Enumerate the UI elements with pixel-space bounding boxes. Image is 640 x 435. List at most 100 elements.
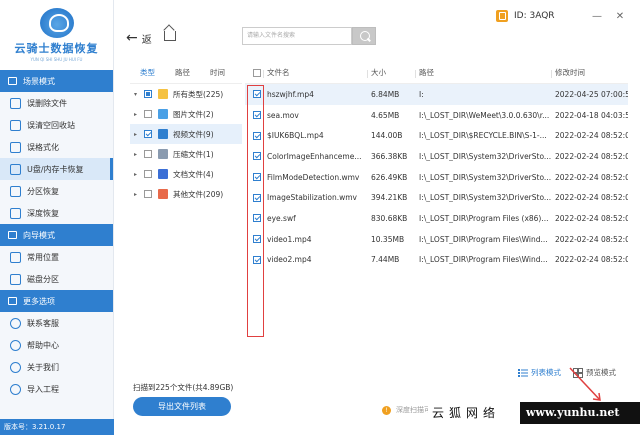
- file-time: 2022-02-24 08:52:03: [555, 213, 628, 223]
- table-row[interactable]: ImageStabilization.wmv 394.21KB I:\_LOST_D…: [245, 187, 628, 208]
- image-file-icon: [158, 109, 168, 119]
- file-name: video2.mp4: [267, 255, 312, 265]
- search-icon[interactable]: [352, 27, 376, 45]
- scene-icon: [8, 77, 17, 85]
- file-time: 2022-02-24 08:52:03: [555, 131, 628, 141]
- sidebar-item-scene-2[interactable]: 误格式化: [0, 136, 113, 158]
- sidebar-item-scene-0[interactable]: 误删除文件: [0, 92, 113, 114]
- search-input[interactable]: 请输入文件名搜索: [242, 27, 352, 45]
- tree-row[interactable]: ▸ 图片文件(2): [130, 104, 242, 124]
- sidebar-item-more-2[interactable]: 关于我们: [0, 356, 113, 378]
- tree-row-label: 压缩文件(1): [173, 149, 214, 159]
- table-row[interactable]: sea.mov 4.65MB I:\_LOST_DIR\WeMeet\3.0.0.6…: [245, 105, 628, 126]
- import-icon: [10, 383, 21, 395]
- sidebar-section-1: 向导模式: [0, 224, 113, 246]
- table-row[interactable]: video2.mp4 7.44MB I:\_LOST_DIR\Program Fil…: [245, 250, 628, 271]
- app-subtitle: YUN QI SHI SHU JU HUI FU: [30, 57, 83, 62]
- tree-checkbox[interactable]: [144, 170, 152, 178]
- sidebar-item-wizard-1[interactable]: 磁盘分区: [0, 268, 113, 290]
- category-tree: 类型 路径 时间 ▾ 所有类型(225) ▸ 图片文件(2) ▸ 视频文件(9) ▸ 压缩文件(1…: [130, 62, 242, 362]
- disk-icon: [10, 273, 21, 285]
- expand-caret-icon[interactable]: ▸: [134, 171, 142, 178]
- sidebar-item-wizard-0[interactable]: 常用位置: [0, 246, 113, 268]
- sidebar-item-more-1[interactable]: 帮助中心: [0, 334, 113, 356]
- tree-tab-0[interactable]: 类型: [130, 67, 165, 78]
- file-name: $IUK6BQL.mp4: [267, 131, 324, 141]
- expand-caret-icon[interactable]: ▸: [134, 151, 142, 158]
- col-header-time[interactable]: 修改时间: [551, 67, 628, 78]
- file-path: I:\_LOST_DIR\$RECYCLE.BIN\S-1-...: [419, 131, 547, 141]
- file-path: I:\_LOST_DIR\System32\DriverSto...: [419, 151, 551, 161]
- file-path: I:\_LOST_DIR\Program Files\Wind...: [419, 234, 548, 244]
- file-time: 2022-04-18 04:03:57: [555, 110, 628, 120]
- table-row[interactable]: video1.mp4 10.35MB I:\_LOST_DIR\Program Fi…: [245, 229, 628, 250]
- col-header-name[interactable]: 文件名: [263, 67, 367, 78]
- file-size: 7.44MB: [371, 255, 400, 265]
- back-button[interactable]: ← 返: [126, 30, 152, 46]
- file-name: sea.mov: [267, 110, 299, 120]
- watermark: 云狐网络 www.yunhu.net: [428, 402, 640, 424]
- tree-row[interactable]: ▸ 压缩文件(1): [130, 144, 242, 164]
- location-icon: [10, 251, 21, 263]
- tree-row-label: 文档文件(4): [173, 169, 214, 179]
- tree-checkbox[interactable]: [144, 110, 152, 118]
- table-row[interactable]: FilmModeDetection.wmv 626.49KB I:\_LOST_DI…: [245, 167, 628, 188]
- file-size: 10.35MB: [371, 234, 405, 244]
- file-table: 文件名 大小 路径 修改时间 hszwjhf.mp4 6.84MB I: 2022-0…: [245, 62, 628, 362]
- tree-checkbox[interactable]: [144, 90, 152, 98]
- sidebar-item-scene-5[interactable]: 深度恢复: [0, 202, 113, 224]
- tree-row[interactable]: ▸ 文档文件(4): [130, 164, 242, 184]
- sidebar-item-scene-4[interactable]: 分区恢复: [0, 180, 113, 202]
- sidebar-item-label: 导入工程: [27, 384, 59, 394]
- sidebar-item-more-0[interactable]: 联系客服: [0, 312, 113, 334]
- sidebar-item-scene-1[interactable]: 误清空回收站: [0, 114, 113, 136]
- sidebar-item-label: 分区恢复: [27, 186, 59, 196]
- user-id[interactable]: ID: 3AQR: [496, 10, 555, 22]
- tree-checkbox[interactable]: [144, 190, 152, 198]
- tree-checkbox[interactable]: [144, 130, 152, 138]
- zip-file-icon: [158, 149, 168, 159]
- sidebar-item-scene-3[interactable]: U盘/内存卡恢复: [0, 158, 113, 180]
- expand-caret-icon[interactable]: ▾: [134, 91, 142, 98]
- minimize-icon[interactable]: —: [591, 11, 603, 22]
- tree-checkbox[interactable]: [144, 150, 152, 158]
- partition-icon: [10, 185, 21, 197]
- other-file-icon: [158, 189, 168, 199]
- tree-row[interactable]: ▸ 其他文件(209): [130, 184, 242, 204]
- export-list-button[interactable]: 导出文件列表: [133, 397, 231, 416]
- sidebar-item-label: 深度恢复: [27, 208, 59, 218]
- file-size: 6.84MB: [371, 89, 400, 99]
- expand-caret-icon[interactable]: ▸: [134, 131, 142, 138]
- tree-tabs: 类型 路径 时间: [130, 62, 242, 84]
- sidebar-item-more-3[interactable]: 导入工程: [0, 378, 113, 400]
- table-row[interactable]: eye.swf 830.68KB I:\_LOST_DIR\Program File…: [245, 208, 628, 229]
- col-header-size[interactable]: 大小: [367, 67, 415, 78]
- user-id-text: ID: 3AQR: [514, 11, 555, 21]
- scan-summary: 扫描到225个文件(共4.89GB): [133, 383, 234, 392]
- tree-row[interactable]: ▸ 视频文件(9): [130, 124, 242, 144]
- table-row[interactable]: $IUK6BQL.mp4 144.00B I:\_LOST_DIR\$RECYCLE…: [245, 125, 628, 146]
- select-all-checkbox-cell[interactable]: [245, 68, 263, 77]
- knight-logo-icon: [39, 8, 74, 38]
- sidebar: 云骑士数据恢复 YUN QI SHI SHU JU HUI FU 场景模式 误删除…: [0, 0, 114, 435]
- close-icon[interactable]: ✕: [614, 11, 626, 22]
- table-row[interactable]: hszwjhf.mp4 6.84MB I: 2022-04-25 07:00:52: [245, 84, 628, 105]
- tree-row[interactable]: ▾ 所有类型(225): [130, 84, 242, 104]
- app-title: 云骑士数据恢复: [14, 42, 99, 55]
- expand-caret-icon[interactable]: ▸: [134, 191, 142, 198]
- menu-icon: [8, 297, 17, 305]
- file-name: hszwjhf.mp4: [267, 89, 314, 99]
- watermark-cn: 云狐网络: [428, 402, 520, 424]
- tree-tab-2[interactable]: 时间: [200, 67, 235, 78]
- select-all-checkbox[interactable]: [253, 68, 261, 77]
- file-time: 2022-02-24 08:52:03: [555, 193, 628, 203]
- file-size: 830.68KB: [371, 213, 408, 223]
- wizard-icon: [8, 231, 17, 239]
- home-icon[interactable]: [164, 31, 176, 41]
- list-mode-button[interactable]: 列表模式: [518, 367, 561, 378]
- col-header-path[interactable]: 路径: [415, 67, 551, 78]
- tree-tab-1[interactable]: 路径: [165, 67, 200, 78]
- expand-caret-icon[interactable]: ▸: [134, 111, 142, 118]
- table-row[interactable]: ColorImageEnhanceme... 366.38KB I:\_LOST_D…: [245, 146, 628, 167]
- red-arrow-annotation: [569, 367, 601, 401]
